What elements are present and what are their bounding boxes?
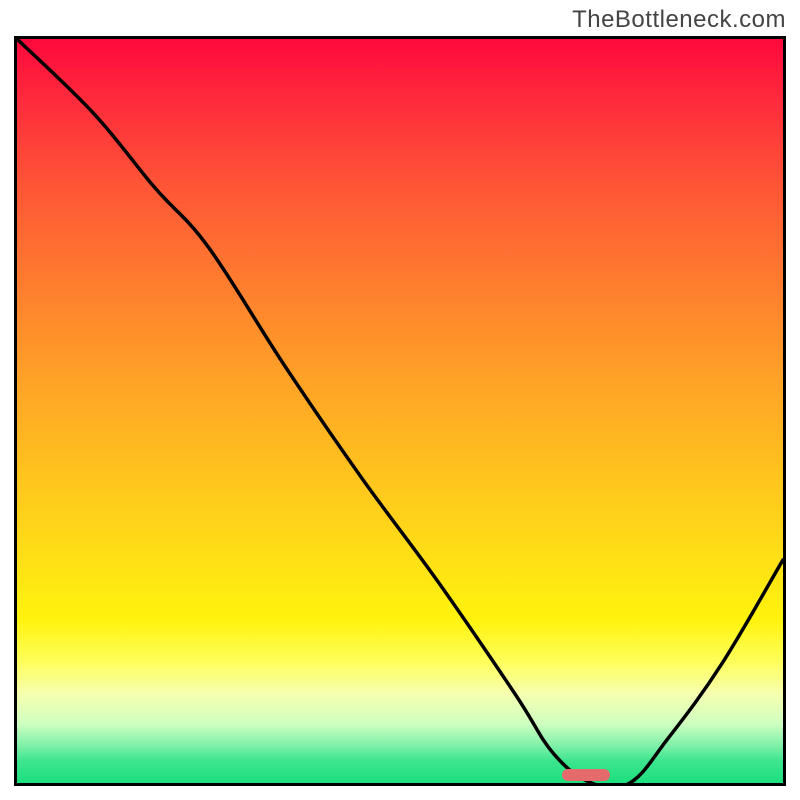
chart-marker <box>562 769 610 781</box>
chart-line-path <box>17 39 783 783</box>
chart-line <box>17 39 783 783</box>
watermark: TheBottleneck.com <box>572 6 786 34</box>
chart-area <box>14 36 786 786</box>
